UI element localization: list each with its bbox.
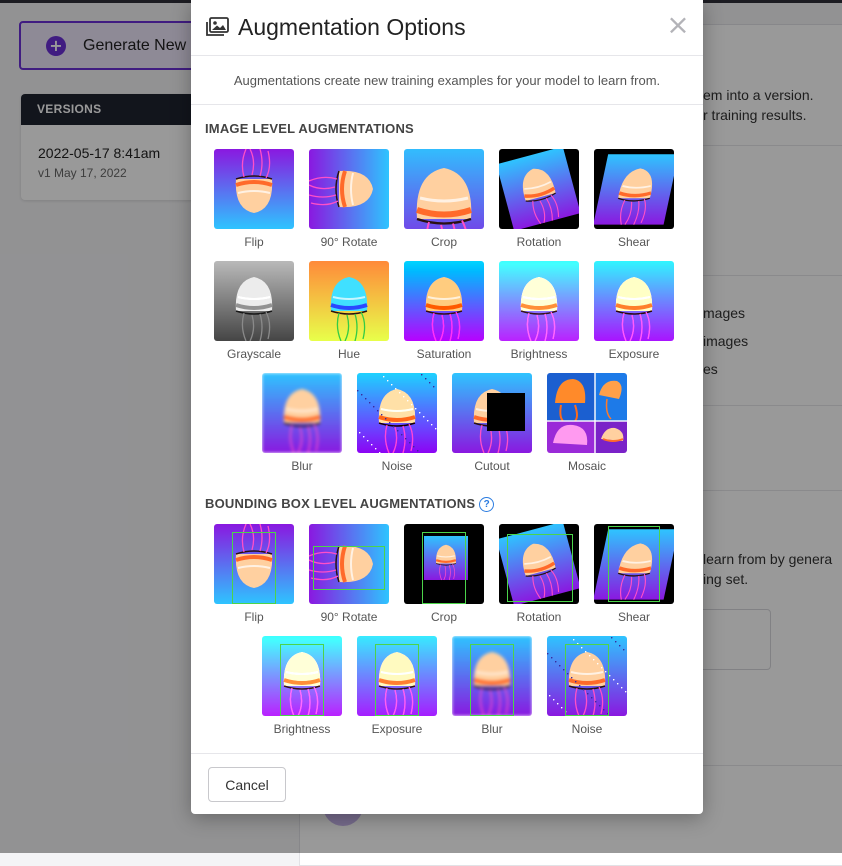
bbox-augmentation-tile-flip[interactable]: Flip — [214, 524, 294, 624]
bbox-augmentation-tile-exposure[interactable]: Exposure — [357, 636, 437, 736]
augmentation-tile-crop[interactable]: Crop — [404, 149, 484, 249]
augmentation-label: 90° Rotate — [320, 610, 378, 624]
bbox-augmentation-tile-rotation[interactable]: Rotation — [499, 524, 579, 624]
augmentation-preview-image — [547, 373, 627, 453]
augmentation-preview-image — [499, 149, 579, 229]
augmentation-preview-image — [357, 636, 437, 716]
augmentation-label: Exposure — [608, 347, 660, 361]
cancel-button[interactable]: Cancel — [208, 767, 286, 802]
bbox-augmentation-tile-noise[interactable]: Noise — [547, 636, 627, 736]
modal-description: Augmentations create new training exampl… — [191, 56, 703, 105]
augmentation-preview-image — [214, 524, 294, 604]
augmentation-preview-image — [262, 636, 342, 716]
augmentation-label: Brightness — [273, 722, 331, 736]
augmentation-tile-shear[interactable]: Shear — [594, 149, 674, 249]
augmentation-tile-exposure[interactable]: Exposure — [594, 261, 674, 361]
augmentation-label: Cutout — [474, 459, 510, 473]
augmentation-label: Rotation — [516, 235, 562, 249]
bbox-augmentation-tile-blur[interactable]: Blur — [452, 636, 532, 736]
augmentation-label: Exposure — [371, 722, 423, 736]
bbox-augmentation-tile-brightness[interactable]: Brightness — [262, 636, 342, 736]
augmentation-label: Saturation — [416, 347, 472, 361]
help-circle-icon[interactable]: ? — [479, 497, 495, 512]
bbox-augmentation-tile-shear[interactable]: Shear — [594, 524, 674, 624]
augmentation-label: Crop — [430, 610, 457, 624]
augmentation-label: Shear — [617, 235, 651, 249]
augmentation-preview-image — [594, 261, 674, 341]
augmentation-preview-image — [309, 524, 389, 604]
augmentation-label: Shear — [617, 610, 651, 624]
bbox-augmentation-tile-90-rotate[interactable]: 90° Rotate — [309, 524, 389, 624]
augmentation-preview-image — [214, 261, 294, 341]
augmentation-preview-image — [404, 149, 484, 229]
augmentation-label: Rotation — [516, 610, 562, 624]
augmentation-preview-image — [357, 373, 437, 453]
augmentation-tile-hue[interactable]: Hue — [309, 261, 389, 361]
augmentation-tile-mosaic[interactable]: Mosaic — [547, 373, 627, 473]
augmentation-label: Flip — [244, 235, 264, 249]
augmentation-label: Hue — [337, 347, 360, 361]
augmentation-tile-brightness[interactable]: Brightness — [499, 261, 579, 361]
augmentation-label: Flip — [244, 610, 264, 624]
augmentation-label: Noise — [571, 722, 603, 736]
augmentation-preview-image — [547, 636, 627, 716]
image-gallery-icon — [206, 17, 229, 36]
augmentation-preview-image — [452, 636, 532, 716]
augmentation-tile-noise[interactable]: Noise — [357, 373, 437, 473]
augmentation-label: Brightness — [510, 347, 568, 361]
augmentation-preview-image — [452, 373, 532, 453]
bbox-augmentation-tile-crop[interactable]: Crop — [404, 524, 484, 624]
augmentation-label: Crop — [430, 235, 457, 249]
augmentation-label: 90° Rotate — [320, 235, 378, 249]
augmentation-preview-image — [594, 524, 674, 604]
augmentation-tile-cutout[interactable]: Cutout — [452, 373, 532, 473]
augmentation-preview-image — [214, 149, 294, 229]
modal-title: Augmentation Options — [238, 14, 466, 40]
image-level-section-title: IMAGE LEVEL AUGMENTATIONS — [205, 121, 414, 136]
augmentation-preview-image — [309, 261, 389, 341]
augmentation-preview-image — [594, 149, 674, 229]
augmentation-label: Blur — [481, 722, 503, 736]
bbox-section-label: BOUNDING BOX LEVEL AUGMENTATIONS — [205, 496, 476, 511]
bbox-level-section-title: BOUNDING BOX LEVEL AUGMENTATIONS? — [205, 496, 495, 512]
augmentation-preview-image — [499, 524, 579, 604]
augmentation-tile-flip[interactable]: Flip — [214, 149, 294, 249]
modal-header: Augmentation Options × — [191, 0, 703, 56]
augmentation-preview-image — [404, 261, 484, 341]
close-icon[interactable]: × — [666, 11, 690, 39]
augmentation-label: Noise — [381, 459, 413, 473]
augmentation-preview-image — [499, 261, 579, 341]
augmentation-tile-rotation[interactable]: Rotation — [499, 149, 579, 249]
augmentation-options-modal: Augmentation Options × Augmentations cre… — [191, 0, 703, 814]
augmentation-tile-saturation[interactable]: Saturation — [404, 261, 484, 361]
augmentation-label: Blur — [291, 459, 313, 473]
augmentation-tile-blur[interactable]: Blur — [262, 373, 342, 473]
modal-footer: Cancel — [191, 753, 703, 815]
augmentation-preview-image — [262, 373, 342, 453]
augmentation-preview-image — [404, 524, 484, 604]
augmentation-tile-grayscale[interactable]: Grayscale — [214, 261, 294, 361]
augmentation-label: Grayscale — [226, 347, 282, 361]
augmentation-label: Mosaic — [567, 459, 606, 473]
augmentation-tile-90-rotate[interactable]: 90° Rotate — [309, 149, 389, 249]
augmentation-preview-image — [309, 149, 389, 229]
